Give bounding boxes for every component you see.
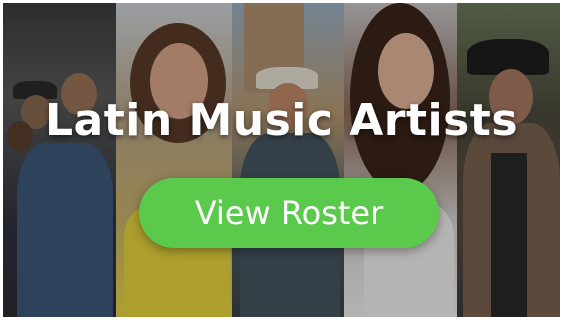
artist-banner: Latin Music Artists View Roster: [3, 3, 560, 317]
banner-title: Latin Music Artists: [44, 95, 519, 146]
view-roster-button[interactable]: View Roster: [139, 178, 439, 248]
dark-overlay: [3, 3, 560, 317]
